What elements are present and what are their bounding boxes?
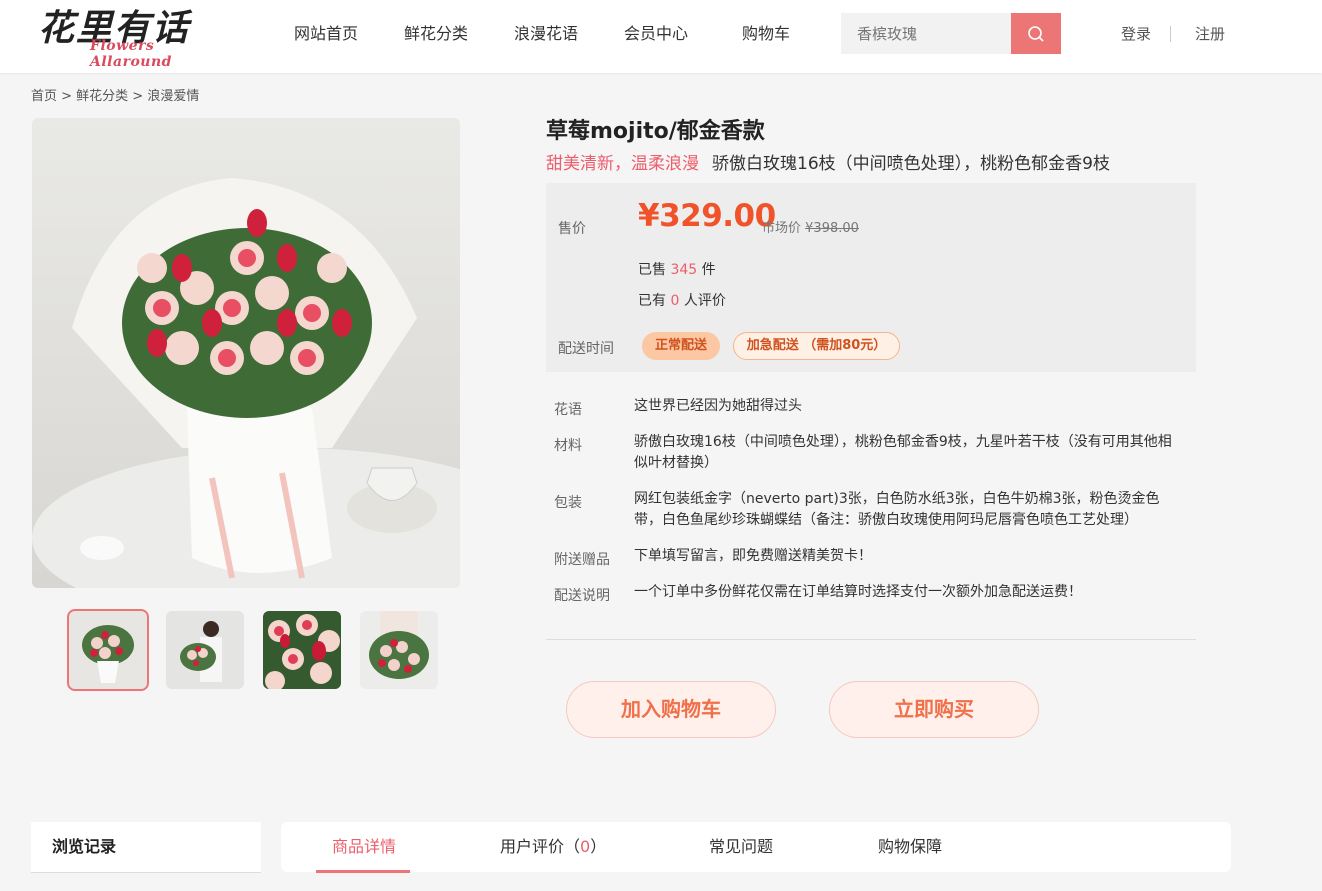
price-value: ¥329.00 (638, 198, 776, 234)
market-price-label: 市场价 (762, 221, 802, 236)
tab-user-reviews[interactable]: 用户评价（0） (500, 822, 606, 872)
divider (546, 639, 1196, 640)
detail-value-flower-language: 这世界已经因为她甜得过头 (634, 398, 802, 414)
detail-label-materials: 材料 (554, 438, 582, 454)
delivery-normal-option[interactable]: 正常配送 (642, 332, 720, 360)
sold-count: 已售 345 件 (638, 259, 716, 279)
nav-flower-language[interactable]: 浪漫花语 (514, 0, 578, 68)
thumbnail-4[interactable] (360, 611, 438, 689)
detail-value-delivery-note: 一个订单中多份鲜花仅需在订单结算时选择支付一次额外加急配送运费！ (634, 584, 1082, 600)
detail-label-gift: 附送赠品 (554, 552, 610, 568)
tab-review-close: ） (590, 837, 607, 856)
tab-product-details[interactable]: 商品详情 (332, 822, 396, 872)
review-suffix: 人评价 (683, 293, 726, 309)
product-main-image (32, 118, 460, 588)
active-tab-indicator (316, 870, 410, 873)
thumbnail-3[interactable] (263, 611, 341, 689)
product-subtitle: 骄傲白玫瑰16枝（中间喷色处理），桃粉色郁金香9枝 (712, 154, 1110, 174)
review-count: 已有 0 人评价 (638, 290, 726, 310)
tab-user-reviews-label: 用户评价（ (500, 837, 581, 856)
breadcrumb[interactable]: 首页 > 鲜花分类 > 浪漫爱情 (31, 85, 199, 104)
detail-label-packaging: 包装 (554, 495, 582, 511)
detail-value-gift: 下单填写留言，即免费赠送精美贺卡！ (634, 548, 872, 564)
tab-faq[interactable]: 常见问题 (709, 822, 773, 872)
delivery-label: 配送时间 (558, 341, 614, 357)
market-price-value: ¥398.00 (805, 221, 859, 236)
product-tabs: 商品详情 用户评价（0） 常见问题 购物保障 (281, 822, 1231, 873)
review-prefix: 已有 (638, 293, 666, 309)
review-number: 0 (670, 293, 680, 309)
tab-shopping-guarantee[interactable]: 购物保障 (878, 822, 942, 872)
nav-flower-categories[interactable]: 鲜花分类 (404, 0, 468, 68)
browse-history-title: 浏览记录 (31, 822, 261, 873)
detail-value-materials: 骄傲白玫瑰16枝（中间喷色处理），桃粉色郁金香9枝，九星叶若干枝（没有可用其他相… (634, 434, 1172, 471)
thumbnail-2[interactable] (166, 611, 244, 689)
header: 花里有话 Flowers Allaround 网站首页 鲜花分类 浪漫花语 会员… (0, 0, 1322, 73)
product-title: 草莓mojito/郁金香款 (546, 119, 765, 144)
logo-text-en: Flowers Allaround (90, 38, 172, 70)
auth-divider (1170, 26, 1171, 42)
search-button[interactable] (1011, 13, 1061, 54)
product-slogan: 甜美清新，温柔浪漫 (546, 154, 699, 174)
search-icon (1028, 25, 1044, 42)
sold-unit: 件 (701, 262, 716, 278)
detail-label-delivery-note: 配送说明 (554, 588, 610, 604)
buy-now-button[interactable]: 立即购买 (829, 681, 1039, 738)
login-link[interactable]: 登录 (1121, 0, 1151, 68)
nav-home[interactable]: 网站首页 (294, 0, 358, 68)
search-input[interactable] (841, 13, 1011, 54)
register-link[interactable]: 注册 (1195, 0, 1225, 68)
price-label: 售价 (558, 221, 586, 237)
delivery-express-option[interactable]: 加急配送 （需加80元） (733, 332, 900, 360)
thumbnail-1[interactable] (67, 609, 149, 691)
tab-review-count: 0 (580, 837, 591, 856)
detail-label-flower-language: 花语 (554, 402, 582, 418)
add-to-cart-button[interactable]: 加入购物车 (566, 681, 776, 738)
sold-number: 345 (670, 262, 698, 278)
market-price: 市场价 ¥398.00 (762, 217, 859, 236)
site-logo[interactable]: 花里有话 Flowers Allaround (38, 6, 208, 70)
detail-value-packaging: 网红包装纸金字（neverto part)3张，白色防水纸3张，白色牛奶棉3张，… (634, 491, 1160, 528)
nav-member-center[interactable]: 会员中心 (624, 0, 688, 68)
nav-cart[interactable]: 购物车 (742, 0, 790, 68)
sold-prefix: 已售 (638, 262, 666, 278)
